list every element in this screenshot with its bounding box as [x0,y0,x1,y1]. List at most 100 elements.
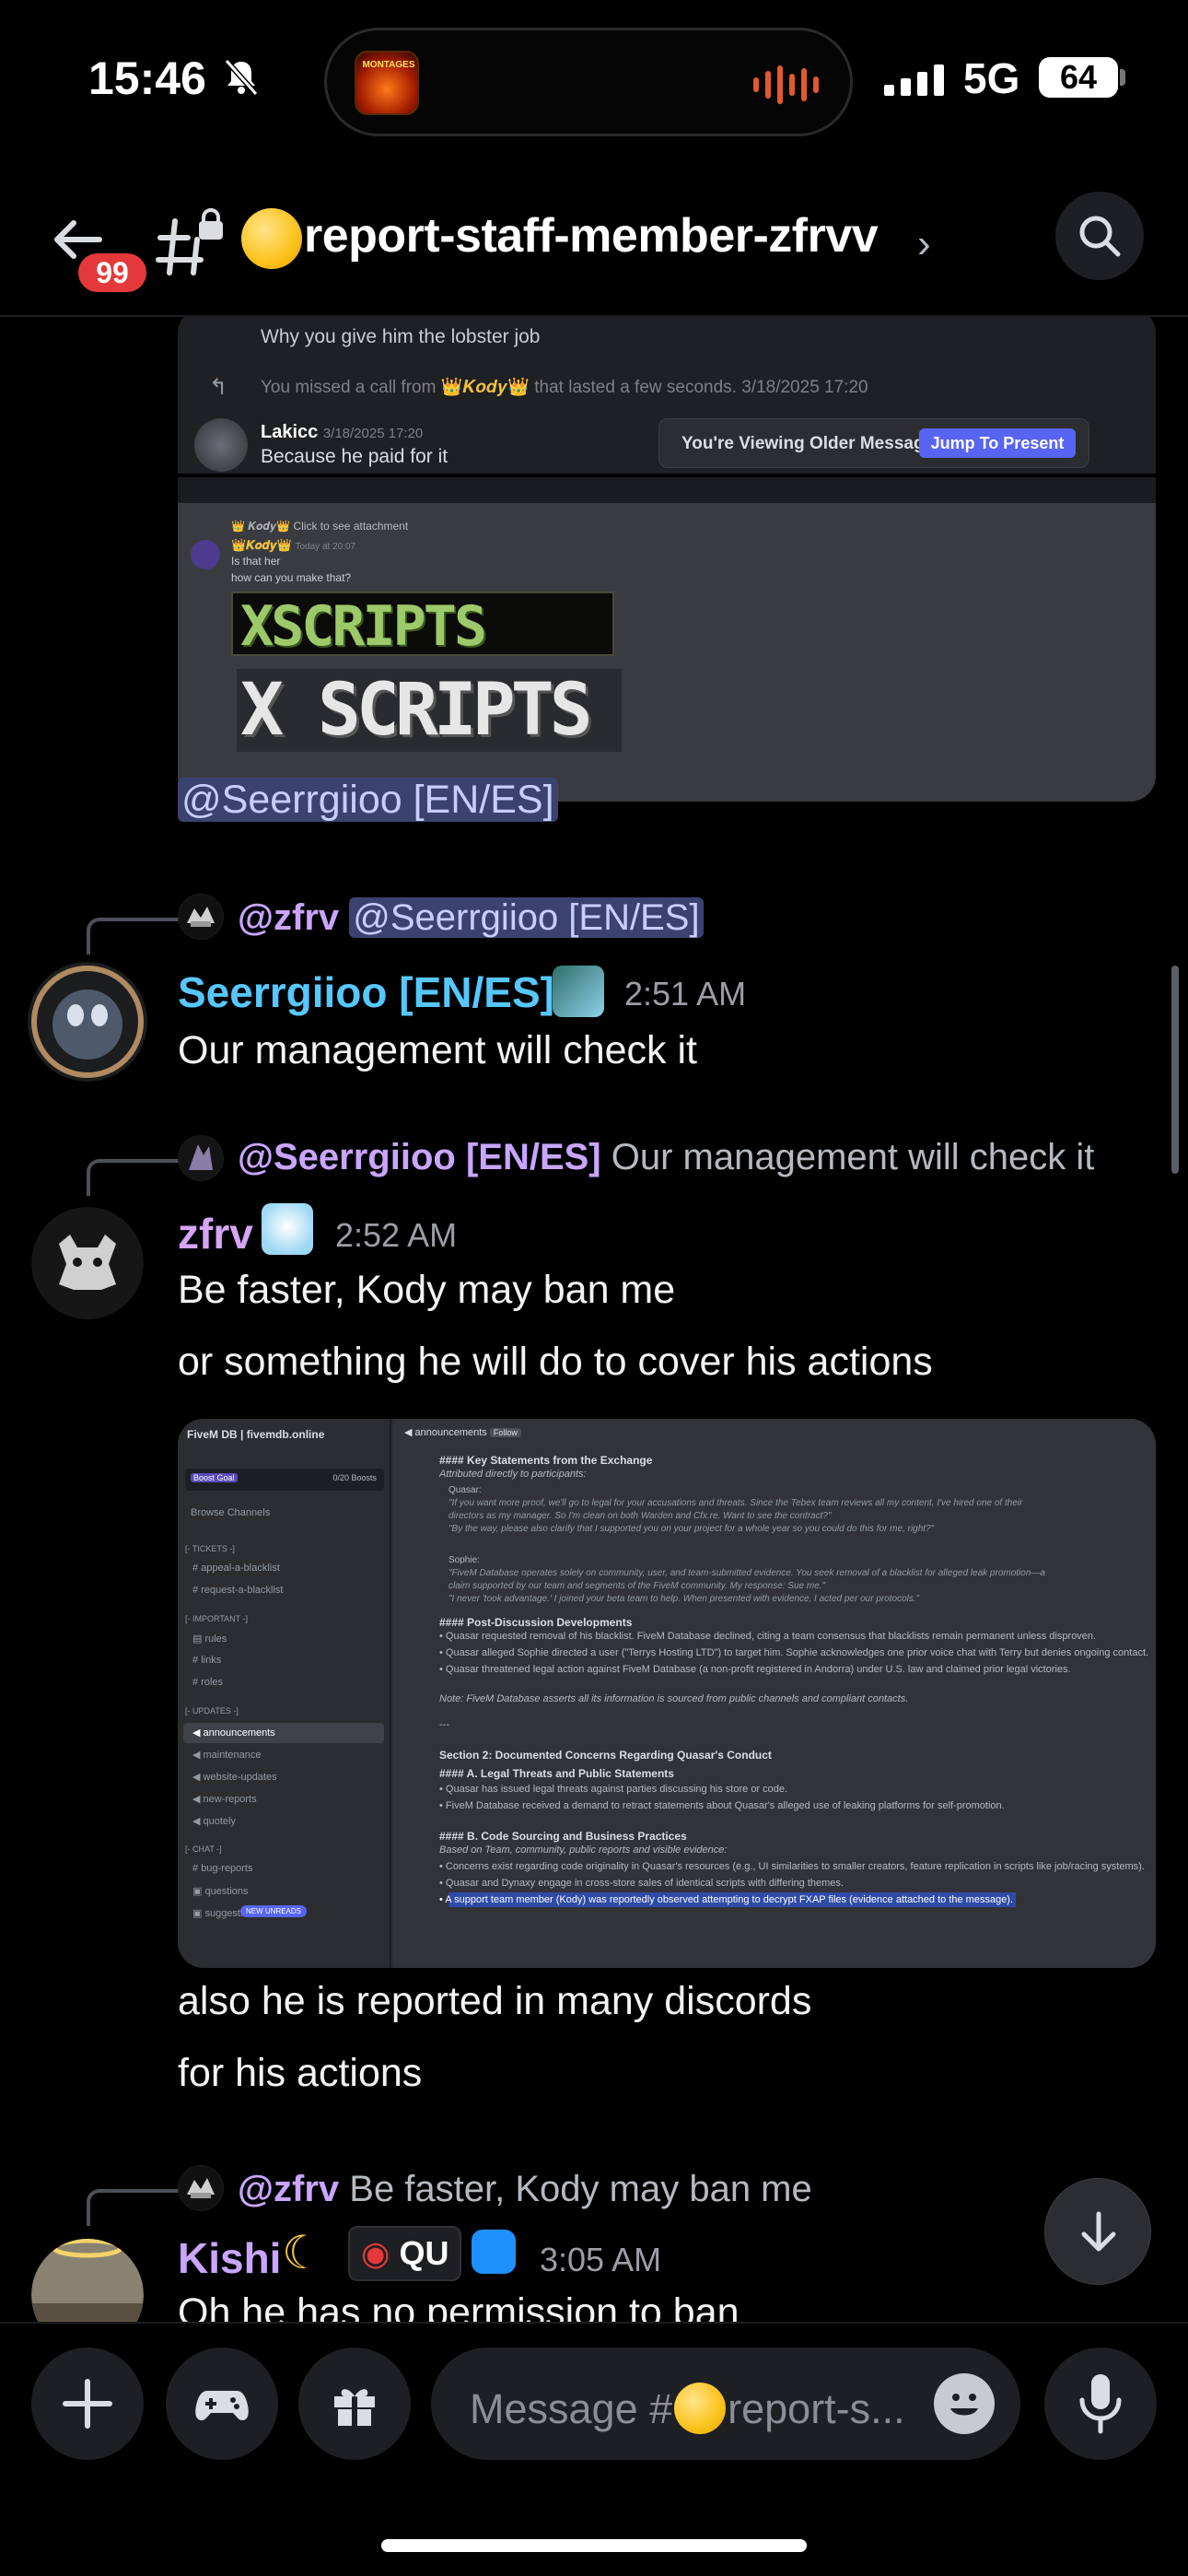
message-timestamp: 2:52 AM [335,1216,458,1254]
network-type: 5G [963,54,1020,102]
channel-item: # appeal-a-blacklist [192,1563,280,1574]
attachment-username: Lakicc 3/18/2025 17:20 [261,422,424,442]
add-attachment-button[interactable] [31,2348,144,2460]
kody-line-2: how can you make that? [231,571,352,584]
heading: #### B. Code Sourcing and Business Pract… [439,1830,687,1843]
heading: #### A. Legal Threats and Public Stateme… [439,1767,674,1780]
user-mention[interactable]: @Seerrgiioo [EN/ES] [178,778,558,822]
message-text: also he is reported in many discords [178,1979,812,2023]
heading: #### Post-Discussion Developments [439,1616,633,1629]
jump-to-bottom-button[interactable] [1044,2178,1151,2285]
text: Based on Team, community, public reports… [439,1844,728,1856]
scrollbar[interactable] [1171,966,1179,1174]
emoji-picker-button[interactable] [934,2373,995,2434]
channel-header: 99 report-staff-member-zfrvv › [0,166,1188,317]
dynamic-island[interactable]: MONTAGES [324,28,853,136]
message-input[interactable]: Message # report-s... [431,2348,1020,2460]
reply-avatar [178,894,224,940]
message-username[interactable]: zfrv [178,1209,253,1259]
message-list[interactable]: Why you give him the lobster job ↰ You m… [0,317,1188,2322]
reply-header: 👑 𝑲𝒐𝒅𝒚👑 Click to see attachment [231,520,409,533]
yellow-circle-emoji [241,208,302,269]
reply-avatar [178,2165,224,2211]
blue-badge-icon [472,2230,516,2274]
older-messages-bar: You're Viewing Older Messages Jump To Pr… [658,418,1089,468]
topbar: ◀ announcements Follow [404,1426,521,1438]
search-icon [1079,216,1121,257]
chevron-right-icon[interactable]: › [917,221,931,267]
image-attachment-fivemdb-screenshot[interactable]: FiveM DB | fivemdb.online Boost Goal 0/2… [178,1419,1156,1968]
voice-message-button[interactable] [1044,2348,1157,2460]
reply-preview[interactable]: @Seerrgiioo [EN/ES] Our management will … [238,1137,1094,1178]
message-text: or something he will do to cover his act… [178,1340,933,1384]
call-icon: ↰ [209,375,228,400]
search-button[interactable] [1055,192,1144,280]
tag-icon: ◉ [361,2234,390,2272]
bullet: • Quasar and Dynaxy engage in cross-stor… [439,1878,844,1889]
jump-to-present-button: Jump To Present [919,428,1076,458]
bullet: • FiveM Database received a demand to re… [439,1800,1005,1811]
new-unreads-pill: NEW UNREADS [240,1905,308,1917]
cellular-signal-icon [884,64,944,96]
battery-tip [1120,69,1125,86]
microphone-icon [1079,2374,1122,2434]
attachment-image-discord-chat: Why you give him the lobster job ↰ You m… [178,317,1156,477]
quote: directors as my manager. So I'm clean on… [448,1511,832,1521]
category: [- UPDATES -] [185,1706,239,1715]
heading: #### Key Statements from the Exchange [439,1454,653,1467]
bell-muted-icon [224,59,259,96]
island-app-label: MONTAGES [362,60,415,70]
private-text-channel-icon [156,208,223,275]
browse-channels: Browse Channels [191,1507,271,1518]
category: [- TICKETS -] [185,1544,235,1553]
message-input-placeholder: Message # report-s... [470,2383,905,2434]
kody-username: 👑𝑲𝒐𝒅𝒚👑 Today at 20:07 [231,538,356,552]
avatar [191,540,220,569]
gift-button[interactable] [298,2348,411,2460]
plus-icon [63,2379,112,2429]
reply-connector [87,918,182,954]
divider: --- [439,1719,449,1730]
avatar [194,418,248,472]
channel-name[interactable]: report-staff-member-zfrvv [304,208,879,263]
heading: Section 2: Documented Concerns Regarding… [439,1749,772,1762]
cat-emoji-badge [262,1203,313,1255]
reply-preview[interactable]: @zfrv Be faster, Kody may ban me [238,2169,812,2210]
message-text: Oh he has no permission to ban [178,2290,740,2322]
channel-item: ◀ maintenance [192,1750,262,1761]
category: [- IMPORTANT -] [185,1614,249,1623]
message-text: Be faster, Kody may ban me [178,1268,676,1312]
reply-preview[interactable]: @zfrv @Seerrgiioo [EN/ES] [238,897,704,939]
category: [- CHAT -] [185,1844,222,1854]
bullet: • Quasar alleged Sophie directed a user … [439,1647,1149,1658]
xscripts-banner-white: X SCRIPTS [237,669,622,752]
text: Sophie: [448,1555,480,1565]
message-text: for his actions [178,2051,423,2095]
attachment-message: Because he paid for it [261,446,448,467]
channel-item: # request-a-blacklist [192,1585,284,1596]
avatar[interactable] [28,962,147,1082]
bullet: • Quasar threatened legal action against… [439,1664,1071,1675]
quote: "I never 'took advantage.' I joined your… [448,1594,920,1604]
cat-emoji-badge [553,966,604,1017]
avatar[interactable] [31,2239,144,2322]
channel-item: ◀ new-reports [192,1794,257,1805]
audio-waveform-icon [753,65,819,104]
server-name: FiveM DB | fivemdb.online [187,1428,325,1441]
image-attachment-screenshot[interactable]: Why you give him the lobster job ↰ You m… [178,317,1156,802]
yellow-circle-emoji [674,2383,727,2434]
message-text: Our management will check it [178,1028,697,1072]
older-messages-label: You're Viewing Older Messages [681,434,944,453]
home-indicator [381,2539,807,2552]
channel-item: ◀ quotely [192,1816,236,1827]
channel-item: # links [192,1655,222,1666]
missed-call-text: You missed a call from 👑𝑲𝒐𝒅𝒚👑 that laste… [261,378,868,397]
message-username[interactable]: Seerrgiioo [EN/ES] [178,967,554,1017]
activities-button[interactable] [166,2348,278,2460]
attachment-text-line: Why you give him the lobster job [261,326,541,347]
server-tag-badge[interactable]: ◉ QU [348,2226,462,2281]
message-username[interactable]: Kishi [178,2233,281,2283]
bullet-highlighted: • A support team member (Kody) was repor… [439,1894,1014,1905]
avatar[interactable] [31,1207,144,1319]
boost-bar: Boost Goal 0/20 Boosts [185,1469,384,1491]
